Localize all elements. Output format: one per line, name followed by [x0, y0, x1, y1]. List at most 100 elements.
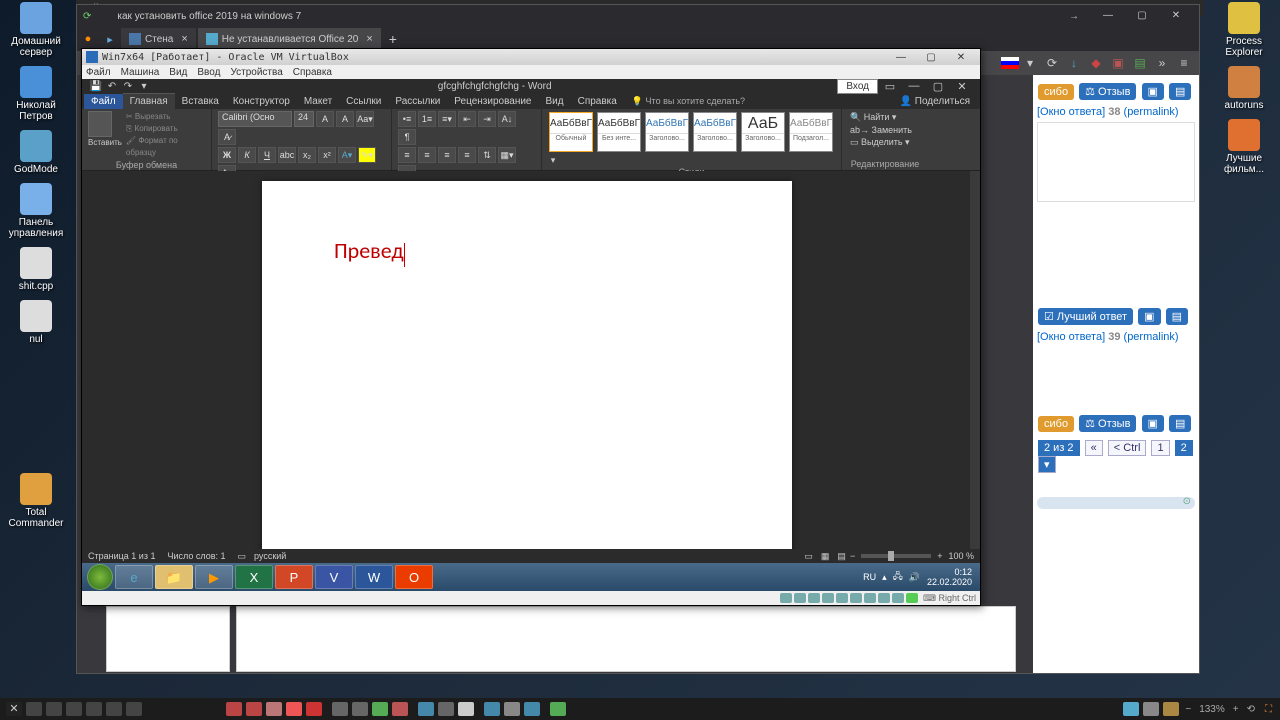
- vbox-status-icon[interactable]: [906, 593, 918, 603]
- outdent-icon[interactable]: ⇤: [458, 111, 476, 127]
- quote-button[interactable]: ▤: [1169, 415, 1191, 432]
- copy-button[interactable]: ⎘ Копировать: [126, 123, 205, 135]
- strike-icon[interactable]: abc: [278, 147, 296, 163]
- tray-icon[interactable]: [1123, 702, 1139, 716]
- review-button[interactable]: ⚖ Отзыв: [1079, 415, 1136, 432]
- tray-icon[interactable]: [1143, 702, 1159, 716]
- vbox-status-icon[interactable]: [864, 593, 876, 603]
- style-item[interactable]: АаБбВвГгБез инте...: [597, 112, 641, 152]
- paste-icon[interactable]: [106, 702, 122, 716]
- reload-icon[interactable]: ⟳: [83, 11, 91, 22]
- desktop-icon[interactable]: Домашний сервер: [6, 2, 66, 58]
- tab-layout[interactable]: Макет: [297, 94, 339, 109]
- tab-insert[interactable]: Вставка: [175, 94, 226, 109]
- underline-icon[interactable]: Ч: [258, 147, 276, 163]
- shading-icon[interactable]: ▦▾: [498, 147, 516, 163]
- dropdown-icon[interactable]: ▾: [1019, 53, 1041, 73]
- tray-network-icon[interactable]: 🖧: [893, 569, 903, 585]
- language-indicator[interactable]: русский: [254, 551, 286, 561]
- pager-page[interactable]: 1: [1151, 440, 1169, 456]
- pager-prev[interactable]: «: [1085, 440, 1103, 456]
- tab-home[interactable]: Главная: [123, 93, 175, 109]
- flag-icon[interactable]: [1001, 57, 1019, 69]
- change-case-icon[interactable]: Aa▾: [356, 111, 374, 127]
- desktop-icon[interactable]: autoruns: [1214, 66, 1274, 111]
- reset-zoom-icon[interactable]: ⟲: [1247, 704, 1255, 715]
- justify-icon[interactable]: ≡: [458, 147, 476, 163]
- ribbon-options-icon[interactable]: ▭: [878, 80, 902, 93]
- quote-button[interactable]: ▣: [1138, 308, 1160, 325]
- view-web-icon[interactable]: ▤: [837, 551, 846, 562]
- taskbar-word[interactable]: W: [355, 565, 393, 589]
- zoom-level[interactable]: 100 %: [948, 551, 974, 561]
- ext-icon[interactable]: ▤: [1129, 53, 1151, 73]
- zoom-in-icon[interactable]: +: [1233, 704, 1239, 715]
- tab-review[interactable]: Рецензирование: [447, 94, 538, 109]
- vertical-scrollbar[interactable]: [970, 171, 980, 549]
- review-button[interactable]: ⚖ Отзыв: [1079, 83, 1136, 100]
- indent-icon[interactable]: ⇥: [478, 111, 496, 127]
- pager-dropdown[interactable]: ▾: [1038, 456, 1056, 473]
- vbox-menu-help[interactable]: Справка: [293, 67, 332, 78]
- save-icon[interactable]: 💾: [88, 81, 104, 92]
- minimize-button[interactable]: —: [1091, 6, 1125, 26]
- quote-button[interactable]: ▤: [1169, 83, 1191, 100]
- tab-design[interactable]: Конструктор: [226, 94, 297, 109]
- style-item[interactable]: АаБбВвГЗаголово...: [645, 112, 689, 152]
- sort-icon[interactable]: A↓: [498, 111, 516, 127]
- view-print-icon[interactable]: ▦: [821, 551, 830, 562]
- tab-help[interactable]: Справка: [571, 94, 624, 109]
- vbox-status-icon[interactable]: [850, 593, 862, 603]
- highlight-icon[interactable]: ✎▾: [358, 147, 376, 163]
- taskbar-wmp[interactable]: ▶: [195, 565, 233, 589]
- lang-indicator[interactable]: RU: [863, 572, 876, 582]
- signin-button[interactable]: Вход: [837, 79, 878, 94]
- desktop-icon[interactable]: Лучшие фильм...: [1214, 119, 1274, 175]
- bold-icon[interactable]: Ж: [218, 147, 236, 163]
- tab-references[interactable]: Ссылки: [339, 94, 388, 109]
- tray-icon[interactable]: [550, 702, 566, 716]
- styles-more-icon[interactable]: ▾: [548, 155, 558, 166]
- ext-icon[interactable]: ▣: [1107, 53, 1129, 73]
- tray-icon[interactable]: [484, 702, 500, 716]
- align-right-icon[interactable]: ≡: [438, 147, 456, 163]
- style-item[interactable]: АаБбВвГЗаголово...: [693, 112, 737, 152]
- go-arrow-icon[interactable]: →: [1069, 11, 1079, 22]
- permalink[interactable]: (permalink): [1124, 106, 1179, 118]
- download-icon[interactable]: ↓: [1063, 53, 1085, 73]
- best-answer-button[interactable]: ☑ Лучший ответ: [1038, 308, 1133, 325]
- subscript-icon[interactable]: x₂: [298, 147, 316, 163]
- taskbar-explorer[interactable]: 📁: [155, 565, 193, 589]
- tray-icon[interactable]: [372, 702, 388, 716]
- tray-icon[interactable]: [246, 702, 262, 716]
- pager-page[interactable]: 2: [1175, 440, 1193, 456]
- minimize-button[interactable]: —: [886, 52, 916, 63]
- menu-icon[interactable]: ≡: [1173, 53, 1195, 73]
- desktop-icon[interactable]: Total Commander: [6, 473, 66, 529]
- tab-file[interactable]: Файл: [84, 94, 123, 109]
- font-size-combo[interactable]: 24: [294, 111, 314, 127]
- vbox-status-icon[interactable]: [878, 593, 890, 603]
- paste-button[interactable]: Вставить: [88, 138, 122, 147]
- vbox-menu-machine[interactable]: Машина: [121, 67, 160, 78]
- tray-icon[interactable]: [418, 702, 434, 716]
- word-count[interactable]: Число слов: 1: [167, 551, 225, 561]
- puzzle-icon[interactable]: [26, 702, 42, 716]
- cut-button[interactable]: ✂ Вырезать: [126, 111, 205, 123]
- taskbar-visio[interactable]: V: [315, 565, 353, 589]
- close-button[interactable]: ✕: [950, 80, 974, 93]
- copy-icon[interactable]: [86, 702, 102, 716]
- fullscreen-icon[interactable]: ⛶: [1265, 704, 1272, 715]
- vbox-status-icon[interactable]: [780, 593, 792, 603]
- zoom-out-icon[interactable]: −: [850, 551, 855, 561]
- desktop-icon[interactable]: Process Explorer: [1214, 2, 1274, 58]
- quote-button[interactable]: ▣: [1142, 415, 1164, 432]
- desktop-icon[interactable]: Панель управления: [6, 183, 66, 239]
- tray-icon[interactable]: [524, 702, 540, 716]
- tellme-search[interactable]: 💡 Что вы хотите сделать?: [624, 94, 753, 109]
- multilevel-icon[interactable]: ≡▾: [438, 111, 456, 127]
- font-name-combo[interactable]: Calibri (Осно: [218, 111, 292, 127]
- desktop-icon[interactable]: Николай Петров: [6, 66, 66, 122]
- clock[interactable]: 0:12 22.02.2020: [923, 567, 976, 587]
- zoom-slider[interactable]: [861, 554, 931, 558]
